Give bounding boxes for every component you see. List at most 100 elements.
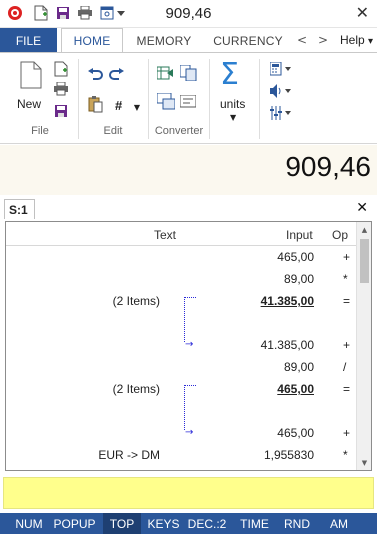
- input-line[interactable]: [3, 477, 374, 509]
- table-row[interactable]: 89,00 /: [6, 356, 356, 378]
- row-operator: +: [343, 338, 351, 352]
- ribbon-tabbar: FILE HOME MEMORY CURRENCY < > Help ▾: [0, 28, 377, 53]
- row-input: 465,00: [277, 426, 314, 440]
- units-button[interactable]: units: [220, 97, 245, 111]
- table-row[interactable]: (2 Items) 465,00 =: [6, 378, 356, 400]
- row-result: 465,00: [277, 382, 314, 396]
- help-label: Help: [340, 33, 365, 47]
- tab-memory[interactable]: MEMORY: [131, 28, 197, 53]
- new-file-button[interactable]: [20, 61, 42, 92]
- row-input: 465,00: [277, 250, 314, 264]
- row-text: (2 Items): [112, 294, 160, 308]
- row-input: 41.385,00: [260, 338, 314, 352]
- row-operator: +: [343, 426, 351, 440]
- ribbon-scroll-left[interactable]: <: [297, 33, 307, 47]
- row-operator: =: [343, 382, 351, 396]
- table-row[interactable]: [6, 312, 356, 334]
- status-item[interactable]: TIME: [238, 513, 271, 534]
- ribbon-scroll-right[interactable]: >: [318, 33, 328, 47]
- table-row[interactable]: [6, 400, 356, 422]
- group-bracket: [184, 297, 196, 298]
- result-display: 909,46: [0, 145, 377, 195]
- chevron-down-icon: ▾: [368, 36, 374, 47]
- row-input: 89,00: [283, 360, 314, 374]
- close-sheet-button[interactable]: ✕: [356, 200, 368, 216]
- table-row[interactable]: 41.385,00 +: [6, 334, 356, 356]
- tape-scrollbar[interactable]: ▲ ▼: [356, 222, 371, 470]
- scroll-thumb[interactable]: [360, 239, 369, 283]
- group-label-converter: Converter: [154, 125, 204, 137]
- display-value: 909,46: [285, 151, 371, 182]
- converter-display-icon[interactable]: [179, 94, 197, 111]
- title-bar: 909,46 ✕: [0, 0, 377, 28]
- ribbon-panel: New File # ▼ Edit Converter Σ units ▼: [0, 52, 377, 144]
- row-text: EUR -> DM: [98, 448, 160, 462]
- column-header-text[interactable]: Text: [154, 228, 176, 242]
- table-row[interactable]: (2 Items) 41.385,00 =: [6, 290, 356, 312]
- tape-header: Text Input Op: [6, 222, 356, 246]
- undo-icon[interactable]: [87, 68, 103, 85]
- chevron-down-icon: ▼: [133, 103, 141, 112]
- status-item[interactable]: POPUP: [51, 513, 98, 534]
- status-item[interactable]: TOP: [103, 513, 141, 534]
- speaker-icon[interactable]: [270, 84, 292, 101]
- status-item[interactable]: RND: [281, 513, 313, 534]
- tab-file[interactable]: FILE: [0, 28, 57, 53]
- group-divider: [259, 59, 260, 139]
- status-item[interactable]: KEYS: [146, 513, 181, 534]
- row-operator: *: [343, 272, 348, 286]
- new-template-icon[interactable]: [54, 61, 68, 80]
- paste-icon[interactable]: [88, 96, 103, 116]
- group-label-edit: Edit: [103, 125, 123, 137]
- help-menu[interactable]: Help ▾: [340, 33, 373, 47]
- row-input: 89,00: [283, 272, 314, 286]
- row-input: 1,955830: [263, 448, 314, 462]
- group-bracket: [184, 385, 185, 430]
- bracket-arrow-icon: →: [185, 427, 194, 438]
- row-result: 41.385,00: [260, 294, 314, 308]
- tab-home[interactable]: HOME: [61, 28, 123, 53]
- sheet-tabbar: S:1 ✕: [0, 197, 377, 221]
- scroll-down-icon[interactable]: ▼: [357, 455, 371, 470]
- window-title: 909,46: [165, 5, 212, 22]
- redo-icon[interactable]: [109, 68, 125, 85]
- converter-table-icon[interactable]: [156, 65, 175, 84]
- window-close-button[interactable]: ✕: [356, 3, 369, 22]
- new-label: New: [17, 97, 42, 111]
- table-row[interactable]: 465,00 +: [6, 422, 356, 444]
- column-header-input[interactable]: Input: [286, 228, 313, 242]
- row-operator: *: [343, 448, 348, 462]
- bracket-arrow-icon: →: [185, 339, 194, 350]
- status-item[interactable]: AM: [322, 513, 356, 534]
- tab-currency[interactable]: CURRENCY: [211, 28, 285, 53]
- row-operator: =: [343, 294, 351, 308]
- row-operator: +: [343, 250, 351, 264]
- table-row[interactable]: 465,00 +: [6, 246, 356, 268]
- hash-label: #: [115, 98, 123, 113]
- status-item[interactable]: NUM: [9, 513, 49, 534]
- number-format-button[interactable]: # ▼: [115, 98, 140, 113]
- group-bracket: [184, 297, 185, 342]
- group-divider: [209, 59, 210, 139]
- column-header-op[interactable]: Op: [332, 228, 348, 242]
- sheet-tab-label: S:1: [9, 202, 28, 217]
- group-label-file: File: [31, 125, 49, 137]
- sigma-icon[interactable]: Σ: [220, 57, 239, 92]
- row-operator: /: [343, 360, 347, 374]
- settings-sliders-icon[interactable]: [270, 106, 292, 123]
- tape-list[interactable]: Text Input Op 465,00 +89,00 * (2 Items) 41.3…: [5, 221, 372, 471]
- converter-copy-icon[interactable]: [179, 64, 197, 84]
- row-text: (2 Items): [112, 382, 160, 396]
- calculator-icon[interactable]: [269, 61, 292, 79]
- table-row[interactable]: EUR -> DM 1,955830 *: [6, 444, 356, 466]
- print-icon[interactable]: [53, 81, 69, 99]
- status-item[interactable]: DEC.:2: [186, 513, 228, 534]
- chevron-down-icon[interactable]: ▼: [230, 113, 236, 122]
- status-bar: NUM POPUP TOP KEYS DEC.:2 TIME RND AM: [0, 513, 377, 534]
- group-bracket: [184, 385, 196, 386]
- converter-screen-icon[interactable]: [156, 92, 176, 113]
- table-row[interactable]: 89,00 *: [6, 268, 356, 290]
- scroll-up-icon[interactable]: ▲: [357, 222, 371, 237]
- save-icon[interactable]: [54, 104, 68, 121]
- sheet-tab-s1[interactable]: S:1: [4, 199, 35, 219]
